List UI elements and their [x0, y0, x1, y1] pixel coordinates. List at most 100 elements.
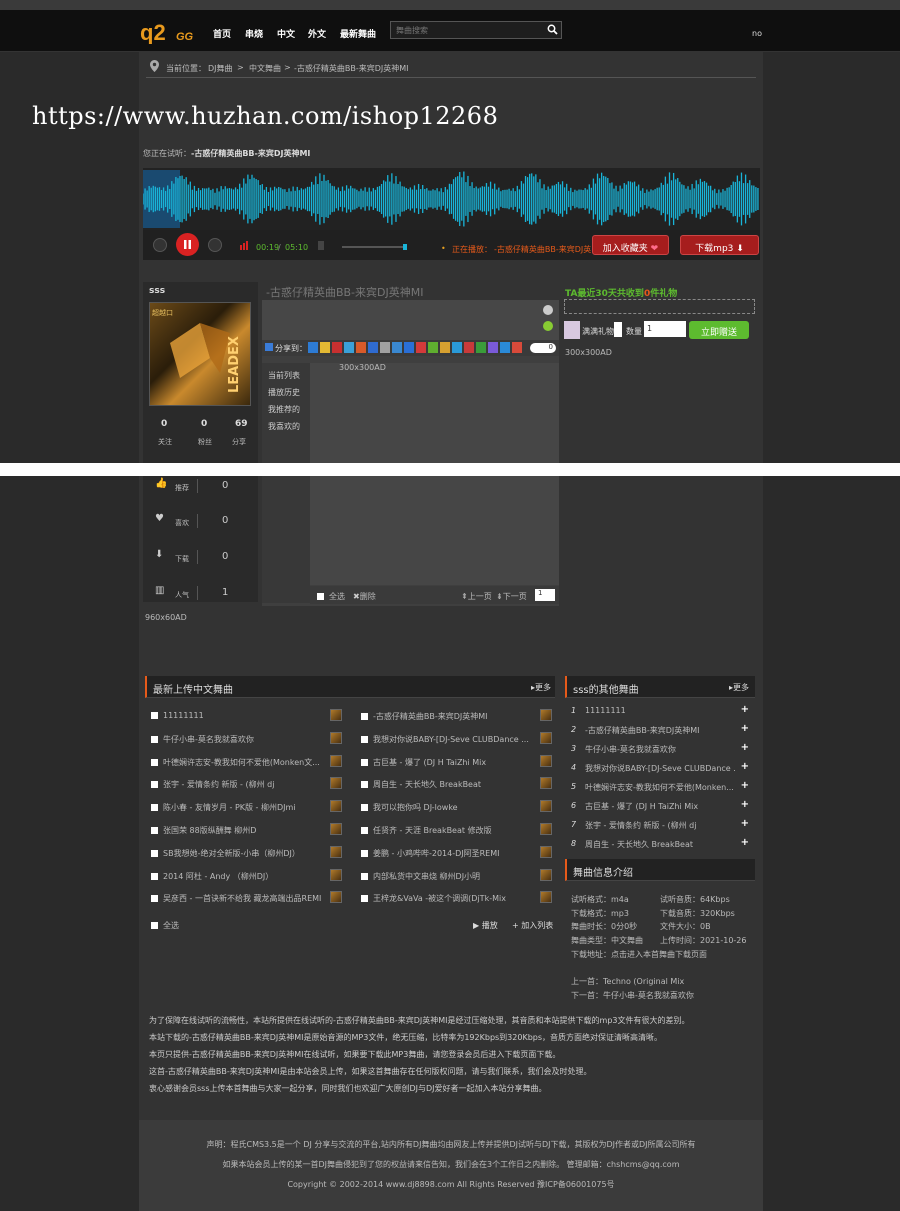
row-checkbox[interactable] [361, 849, 368, 857]
list-delete-button[interactable]: ✖删除 [353, 591, 376, 602]
latest-row[interactable]: 2014 阿杜 - Andy （柳州DJ） [151, 871, 326, 882]
others-more-link[interactable]: ▸更多 [729, 682, 749, 693]
row-title[interactable]: 王梓龙&VaVa -被这个调调(DjTk-Mix [373, 894, 506, 903]
row-title[interactable]: 古巨基 - 爆了 (DJ H TaiZhi Mix [373, 758, 486, 767]
others-row[interactable]: 4 我想对你说BABY-[DJ-Seve CLUBDance ... + [565, 761, 755, 780]
add-icon[interactable]: + [741, 761, 749, 772]
share-service-icon[interactable] [464, 342, 474, 353]
list-tab[interactable]: 我喜欢的 [268, 421, 300, 432]
download-link[interactable]: 下载地址：点击进入本首舞曲下载页面 [571, 949, 707, 960]
latest-row[interactable]: 古巨基 - 爆了 (DJ H TaiZhi Mix [361, 757, 536, 768]
song-thumb[interactable] [330, 891, 342, 904]
share-service-icon[interactable] [320, 342, 330, 353]
share-service-icon[interactable] [500, 342, 510, 353]
latest-row[interactable]: 内部私货中文串烧 柳州DJ小明 [361, 871, 536, 882]
add-icon[interactable]: + [741, 723, 749, 734]
share-service-icon[interactable] [344, 342, 354, 353]
list-select-all[interactable]: 全选 [317, 591, 345, 602]
refresh-icon[interactable] [543, 321, 553, 331]
send-gift-button[interactable]: 立即赠送 [689, 321, 749, 339]
latest-row[interactable]: 周自生 - 天长地久 BreakBeat [361, 779, 536, 790]
volume-icon[interactable] [318, 241, 324, 250]
prev-song-link[interactable]: 上一首：Techno (Original Mix [571, 976, 684, 987]
latest-row[interactable]: 我可以抱你吗 DJ-lowke [361, 802, 536, 813]
list-tab[interactable]: 播放历史 [268, 387, 300, 398]
row-checkbox[interactable] [151, 872, 158, 880]
row-checkbox[interactable] [151, 849, 158, 857]
share-service-icon[interactable] [440, 342, 450, 353]
others-row[interactable]: 3 牛仔小串-莫名我就喜欢你 + [565, 742, 755, 761]
breadcrumb-dj[interactable]: DJ舞曲 [208, 63, 233, 74]
latest-row[interactable]: 牛仔小串-莫名我就喜欢你 [151, 734, 326, 745]
row-title[interactable]: 周自生 - 天长地久 BreakBeat [585, 839, 735, 850]
song-thumb[interactable] [540, 800, 552, 813]
others-row[interactable]: 6 古巨基 - 爆了 (DJ H TaiZhi Mix + [565, 799, 755, 818]
next-track-button[interactable] [208, 238, 222, 252]
row-title[interactable]: -古惑仔精英曲BB-来宾DJ英神MI [373, 712, 488, 721]
share-service-icon[interactable] [476, 342, 486, 353]
row-checkbox[interactable] [361, 758, 368, 766]
row-title[interactable]: 11111111 [163, 711, 204, 720]
share-service-icon[interactable] [332, 342, 342, 353]
row-title[interactable]: 内部私货中文串烧 柳州DJ小明 [373, 872, 480, 881]
page-select[interactable]: 1 [535, 589, 555, 601]
song-thumb[interactable] [540, 823, 552, 835]
row-title[interactable]: -古惑仔精英曲BB-来宾DJ英神MI [585, 725, 735, 736]
row-title[interactable]: 吴彦西 - 一首诀新不给我 藏龙高端出品REMI [163, 894, 321, 903]
volume-slider[interactable] [342, 244, 407, 250]
add-to-list-button[interactable]: + 加入列表 [512, 920, 553, 931]
song-thumb[interactable] [540, 891, 552, 904]
latest-more-link[interactable]: ▸更多 [531, 682, 551, 693]
row-title[interactable]: 任贤齐 - 天涯 BreakBeat 修改版 [373, 826, 492, 835]
play-selected-button[interactable]: ▶ 播放 [473, 920, 498, 931]
share-service-icon[interactable] [512, 342, 522, 353]
latest-row[interactable]: 陈小春 - 友情岁月 - PK版 - 柳州DJmi [151, 802, 326, 813]
latest-row[interactable]: 王梓龙&VaVa -被这个调调(DjTk-Mix [361, 893, 536, 904]
gift-qty-input[interactable]: 1 [644, 321, 686, 337]
others-row[interactable]: 5 叶德娴许志安-教我如何不爱他(Monken... + [565, 780, 755, 799]
row-title[interactable]: 陈小春 - 友情岁月 - PK版 - 柳州DJmi [163, 803, 296, 812]
song-thumb[interactable] [330, 754, 342, 767]
add-icon[interactable]: + [741, 799, 749, 810]
row-checkbox[interactable] [151, 781, 158, 789]
row-checkbox[interactable] [151, 758, 158, 766]
row-title[interactable]: 姜鹏 - 小鸡哔哔-2014-DJ阿圣REMI [373, 849, 500, 858]
row-title[interactable]: 牛仔小串-莫名我就喜欢你 [163, 735, 254, 744]
song-thumb[interactable] [330, 731, 342, 744]
prev-track-button[interactable] [153, 238, 167, 252]
row-title[interactable]: 古巨基 - 爆了 (DJ H TaiZhi Mix [585, 801, 735, 812]
add-icon[interactable]: + [741, 742, 749, 753]
add-icon[interactable]: + [741, 780, 749, 791]
others-row[interactable]: 8 周自生 - 天长地久 BreakBeat + [565, 837, 755, 856]
row-title[interactable]: 牛仔小串-莫名我就喜欢你 [585, 744, 735, 755]
row-title[interactable]: 张国荣 88版纵酬舞 柳州D [163, 826, 256, 835]
row-title[interactable]: 叶德娴许志安-教我如何不爱他(Monken... [585, 782, 735, 793]
row-checkbox[interactable] [361, 735, 368, 743]
song-thumb[interactable] [330, 777, 342, 790]
song-thumb[interactable] [540, 777, 552, 790]
others-row[interactable]: 2 -古惑仔精英曲BB-来宾DJ英神MI + [565, 723, 755, 742]
share-service-icon[interactable] [392, 342, 402, 353]
nav-foreign[interactable]: 外文 [308, 27, 326, 40]
latest-row[interactable]: 吴彦西 - 一首诀新不给我 藏龙高端出品REMI [151, 893, 326, 904]
gift-dropdown[interactable] [614, 322, 622, 337]
breadcrumb-chinese[interactable]: 中文舞曲 [249, 63, 281, 74]
others-row[interactable]: 7 张宇 - 爱情条约 新版 - (柳州 dj + [565, 818, 755, 837]
add-icon[interactable]: + [741, 837, 749, 848]
row-title[interactable]: 张宇 - 爱情条约 新版 - (柳州 dj [163, 780, 274, 789]
song-thumb[interactable] [540, 868, 552, 881]
share-service-icon[interactable] [368, 342, 378, 353]
row-checkbox[interactable] [361, 781, 368, 789]
row-checkbox[interactable] [361, 827, 368, 834]
song-thumb[interactable] [330, 800, 342, 813]
waveform[interactable] [142, 168, 760, 230]
user-name[interactable]: sss [149, 286, 165, 296]
row-checkbox[interactable] [151, 735, 158, 743]
pause-button[interactable] [176, 233, 199, 256]
latest-row[interactable]: 张宇 - 爱情条约 新版 - (柳州 dj [151, 779, 326, 790]
row-title[interactable]: SB我想她-绝对全新版-小串（柳州DJ） [163, 849, 300, 858]
login-status[interactable]: no [752, 29, 762, 38]
row-title[interactable]: 周自生 - 天长地久 BreakBeat [373, 780, 481, 789]
share-service-icon[interactable] [488, 342, 498, 353]
share-service-icon[interactable] [380, 342, 390, 353]
